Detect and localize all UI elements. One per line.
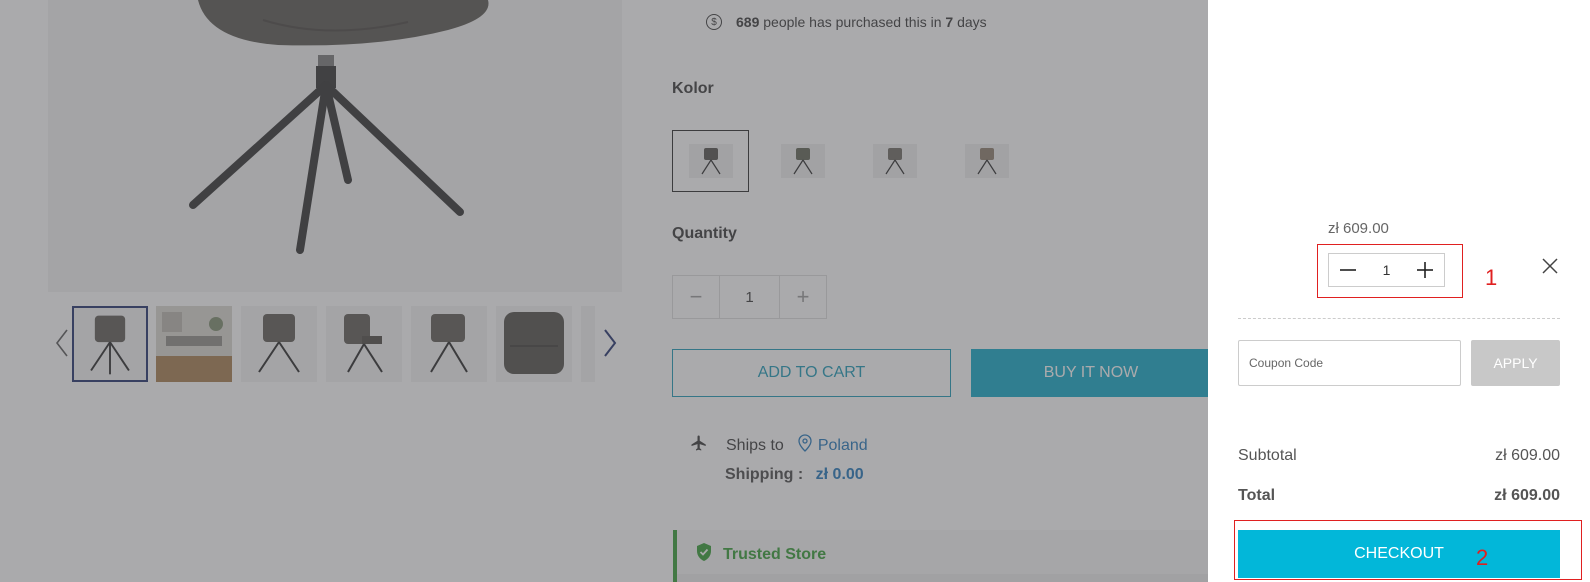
subtotal-value: zł 609.00 bbox=[1495, 447, 1560, 464]
annotation-label-1: 1 bbox=[1485, 265, 1498, 290]
cart-drawer: zł 609.00 1 1 APPLY Subtotal zł 609.00 T… bbox=[1208, 0, 1590, 582]
coupon-code-input[interactable] bbox=[1238, 340, 1461, 386]
total-label: Total bbox=[1238, 487, 1276, 504]
subtotal-label: Subtotal bbox=[1238, 447, 1297, 464]
annotation-box-1 bbox=[1317, 244, 1463, 298]
close-icon[interactable] bbox=[1540, 256, 1560, 276]
checkout-button[interactable]: CHECKOUT bbox=[1238, 530, 1560, 578]
cart-item-price: zł 609.00 bbox=[1328, 220, 1389, 237]
total-value: zł 609.00 bbox=[1494, 487, 1560, 504]
subtotal-row: Subtotal zł 609.00 bbox=[1238, 447, 1560, 465]
annotation-label-2: 2 bbox=[1476, 545, 1489, 570]
divider bbox=[1238, 318, 1560, 319]
total-row: Total zł 609.00 bbox=[1238, 487, 1560, 505]
apply-coupon-button[interactable]: APPLY bbox=[1471, 340, 1560, 386]
drawer-backdrop-overlay[interactable] bbox=[0, 0, 1208, 582]
